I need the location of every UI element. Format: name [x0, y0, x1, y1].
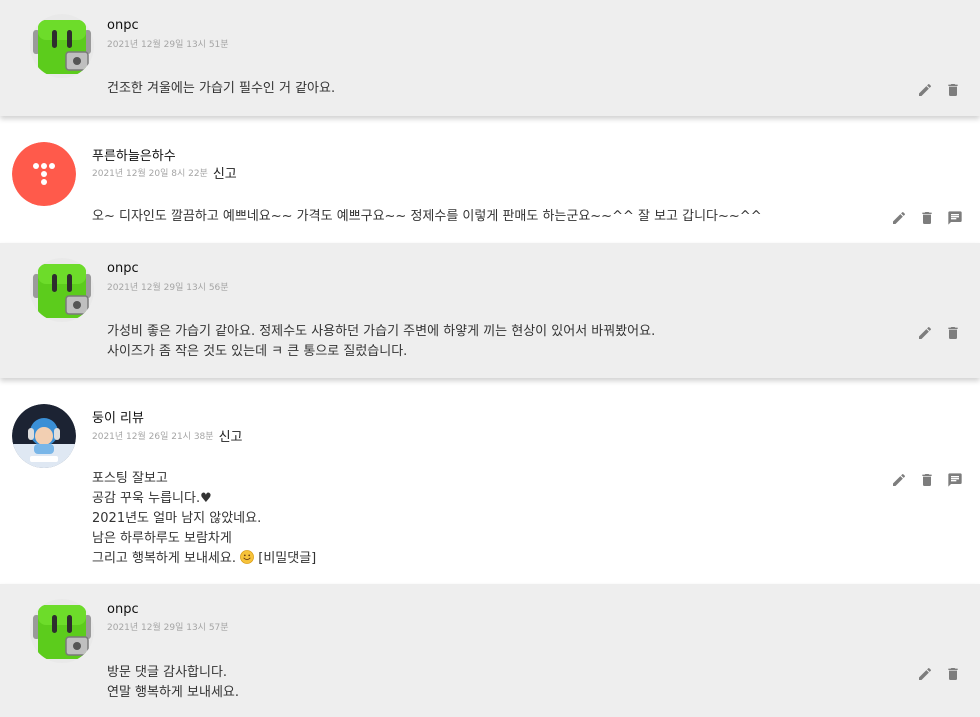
robot-avatar-icon	[30, 599, 94, 663]
comment-date: 2021년 12월 29일 13시 57분	[107, 623, 229, 633]
author-name: onpc	[107, 18, 139, 33]
secret-comment-tag: [비밀댓글]	[258, 551, 317, 566]
comment-icon	[948, 211, 962, 225]
comment-line: 사이즈가 좀 작은 것도 있는데 ㅋ 큰 통으로 질렀습니다.	[107, 344, 408, 359]
comment-date: 2021년 12월 20일 8시 22분 신고	[92, 163, 237, 182]
comment-line: 남은 하루하루도 보람차게	[92, 531, 232, 546]
date-text: 2021년 12월 26일 21시 38분	[92, 432, 214, 442]
comment-icon	[948, 473, 962, 487]
pencil-icon	[893, 473, 906, 486]
dots-avatar-icon	[12, 142, 76, 206]
reply-comment: onpc 2021년 12월 29일 13시 56분 가성비 좋은 가습기 같아…	[0, 243, 980, 378]
reply-button[interactable]	[947, 210, 963, 226]
avatar[interactable]	[30, 258, 94, 322]
report-link[interactable]: 신고	[219, 430, 243, 445]
smile-emoji-icon	[240, 550, 255, 564]
avatar[interactable]	[12, 404, 76, 468]
comment-date: 2021년 12월 29일 13시 56분	[107, 283, 229, 293]
comment-line: 그리고 행복하게 보내세요.	[92, 551, 236, 566]
baby-photo-avatar-icon	[12, 404, 76, 468]
comment-line: 방문 댓글 감사합니다.	[107, 665, 228, 680]
comment-line: 오~ 디자인도 깔끔하고 예쁘네요~~ 가격도 예쁘구요~~ 정제수를 이렇게 …	[92, 209, 762, 224]
edit-button[interactable]	[891, 472, 907, 488]
comment-body: 가성비 좋은 가습기 같아요. 정제수도 사용하던 가습기 주변에 하얗게 끼는…	[107, 322, 655, 362]
comment-line: 가성비 좋은 가습기 같아요. 정제수도 사용하던 가습기 주변에 하얗게 끼는…	[107, 324, 656, 339]
delete-button[interactable]	[919, 472, 935, 488]
edit-button[interactable]	[917, 666, 933, 682]
comment-body: 건조한 겨울에는 가습기 필수인 거 같아요.	[107, 79, 335, 99]
author-name: 둥이 리뷰	[92, 411, 144, 426]
comment-actions	[917, 666, 961, 682]
robot-avatar-icon	[30, 258, 94, 322]
main-comment: 둥이 리뷰 2021년 12월 26일 21시 38분 신고 포스팅 잘보고 공감…	[0, 390, 980, 583]
trash-icon	[922, 212, 932, 224]
comment-line: 건조한 겨울에는 가습기 필수인 거 같아요.	[107, 81, 336, 96]
delete-button[interactable]	[919, 210, 935, 226]
author-name: onpc	[107, 261, 139, 276]
pencil-icon	[893, 211, 906, 224]
avatar[interactable]	[30, 599, 94, 663]
report-link[interactable]: 신고	[213, 167, 237, 182]
comment-actions	[917, 82, 961, 98]
comment-actions	[891, 472, 963, 488]
comment-line: 2021년도 얼마 남지 않았네요.	[92, 511, 262, 526]
author-name: 푸른하늘은하수	[92, 149, 176, 164]
trash-icon	[922, 474, 932, 486]
date-text: 2021년 12월 20일 8시 22분	[92, 169, 208, 179]
comment-body: 오~ 디자인도 깔끔하고 예쁘네요~~ 가격도 예쁘구요~~ 정제수를 이렇게 …	[92, 207, 762, 227]
delete-button[interactable]	[945, 82, 961, 98]
comment-body: 포스팅 잘보고 공감 꾸욱 누릅니다.♥ 2021년도 얼마 남지 않았네요. …	[92, 469, 316, 569]
reply-comment: onpc 2021년 12월 29일 13시 51분 건조한 겨울에는 가습기 …	[0, 0, 980, 116]
comment-line-with-emoji: 그리고 행복하게 보내세요. [비밀댓글]	[92, 549, 316, 569]
comment-body: 방문 댓글 감사합니다. 연말 행복하게 보내세요.	[107, 663, 239, 703]
robot-avatar-icon	[30, 14, 94, 78]
trash-icon	[948, 327, 958, 339]
edit-button[interactable]	[917, 325, 933, 341]
avatar[interactable]	[12, 142, 76, 206]
reply-comment: onpc 2021년 12월 29일 13시 57분 방문 댓글 감사합니다. …	[0, 584, 980, 717]
pencil-icon	[919, 326, 932, 339]
delete-button[interactable]	[945, 666, 961, 682]
edit-button[interactable]	[917, 82, 933, 98]
comment-line: 공감 꾸욱 누릅니다.♥	[92, 491, 212, 506]
comment-date: 2021년 12월 29일 13시 51분	[107, 40, 229, 50]
reply-button[interactable]	[947, 472, 963, 488]
delete-button[interactable]	[945, 325, 961, 341]
comment-line: 연말 행복하게 보내세요.	[107, 685, 239, 700]
edit-button[interactable]	[891, 210, 907, 226]
comment-actions	[891, 210, 963, 226]
main-comment: 푸른하늘은하수 2021년 12월 20일 8시 22분 신고 오~ 디자인도 깔…	[0, 128, 980, 242]
comment-line: 포스팅 잘보고	[92, 471, 168, 486]
trash-icon	[948, 84, 958, 96]
comment-actions	[917, 325, 961, 341]
pencil-icon	[919, 83, 932, 96]
pencil-icon	[919, 667, 932, 680]
comment-date: 2021년 12월 26일 21시 38분 신고	[92, 426, 242, 445]
avatar[interactable]	[30, 14, 94, 78]
author-name: onpc	[107, 602, 139, 617]
trash-icon	[948, 668, 958, 680]
